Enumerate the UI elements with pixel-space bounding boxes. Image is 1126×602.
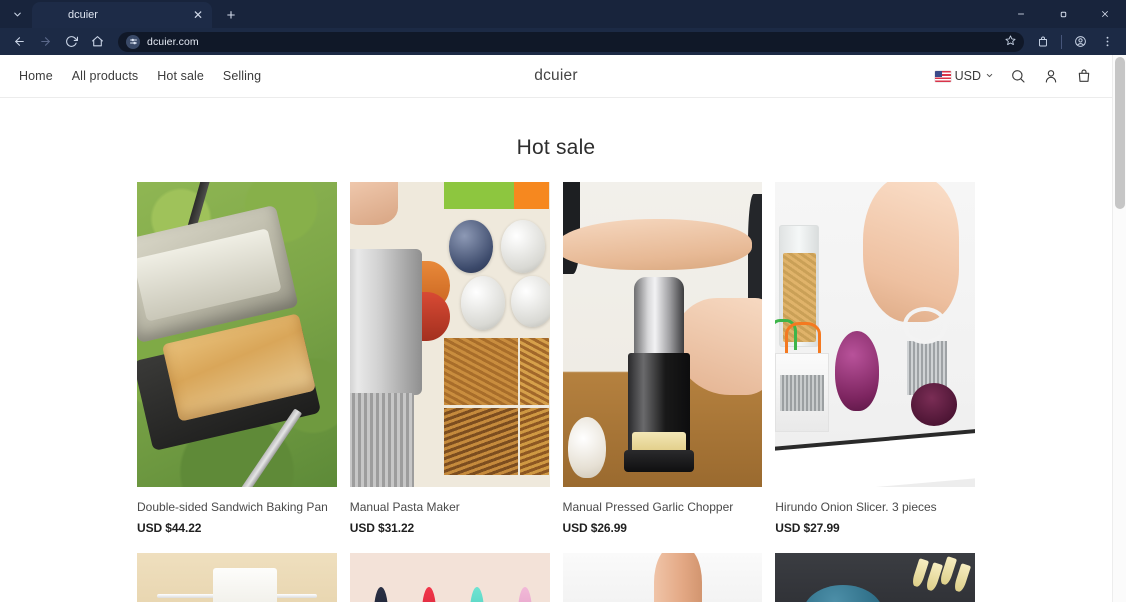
page-content: Hot sale Double-sided Sandwich Baking Pa… [0, 136, 1112, 602]
account-icon[interactable] [1041, 67, 1060, 86]
product-price: USD $27.99 [775, 521, 840, 535]
product-image[interactable] [562, 553, 763, 602]
product-grid: Double-sided Sandwich Baking Pan USD $44… [19, 182, 1093, 535]
product-image[interactable] [137, 553, 337, 602]
product-card[interactable]: Manual Pasta Maker USD $31.22 [349, 182, 550, 535]
product-image[interactable] [349, 182, 550, 487]
back-button[interactable] [6, 31, 32, 53]
search-icon[interactable] [1008, 67, 1027, 86]
bookmark-icon[interactable] [1005, 34, 1016, 49]
tune-icon[interactable] [126, 34, 140, 49]
header-actions: USD [934, 67, 1093, 86]
scrollbar-thumb[interactable] [1115, 57, 1125, 209]
site-header: Home All products Hot sale Selling dcuie… [0, 55, 1112, 98]
product-image[interactable] [562, 182, 763, 487]
us-flag-icon [934, 70, 951, 82]
web-page: Home All products Hot sale Selling dcuie… [0, 55, 1112, 602]
browser-toolbar: dcuier.com [0, 28, 1126, 55]
product-title: Manual Pressed Garlic Chopper [562, 500, 734, 514]
nav-item-hot-sale[interactable]: Hot sale [157, 69, 204, 83]
product-image[interactable] [349, 553, 550, 602]
shopping-bag-icon[interactable] [1074, 67, 1093, 86]
profile-icon[interactable] [1067, 31, 1093, 53]
nav-item-home[interactable]: Home [19, 69, 53, 83]
product-image[interactable] [775, 553, 975, 602]
product-title: Manual Pasta Maker [349, 500, 460, 514]
product-card[interactable] [775, 553, 975, 602]
address-bar[interactable]: dcuier.com [118, 31, 1024, 52]
toolbar-divider [1061, 34, 1062, 49]
product-price: USD $26.99 [562, 521, 627, 535]
tab-title: dcuier [68, 9, 98, 21]
url-text: dcuier.com [147, 35, 199, 48]
product-card[interactable] [349, 553, 550, 602]
browser-tab[interactable]: dcuier ✕ [32, 2, 212, 28]
home-button[interactable] [84, 31, 110, 53]
window-controls [1000, 0, 1126, 28]
nav-item-all-products[interactable]: All products [72, 69, 139, 83]
forward-button[interactable] [32, 31, 58, 53]
tab-strip: dcuier ✕ + [0, 0, 1126, 28]
product-card[interactable] [562, 553, 763, 602]
toolbar-right-actions [1030, 31, 1120, 53]
product-image[interactable] [775, 182, 975, 487]
page-title: Hot sale [516, 136, 596, 159]
split-screen-icon[interactable] [1030, 31, 1056, 53]
close-window-button[interactable] [1084, 0, 1126, 28]
product-card[interactable]: Manual Pressed Garlic Chopper USD $26.99 [562, 182, 763, 535]
page-scrollbar[interactable] [1112, 55, 1126, 602]
currency-label: USD [954, 69, 981, 83]
browser-window: dcuier ✕ + dcuier.com Home All products … [0, 0, 1126, 602]
page-viewport: Home All products Hot sale Selling dcuie… [0, 55, 1126, 602]
reload-button[interactable] [58, 31, 84, 53]
currency-selector[interactable]: USD [934, 69, 994, 83]
product-price: USD $31.22 [349, 521, 415, 535]
product-card[interactable]: Hirundo Onion Slicer. 3 pieces USD $27.9… [775, 182, 975, 535]
maximize-button[interactable] [1042, 0, 1084, 28]
product-card[interactable]: Double-sided Sandwich Baking Pan USD $44… [137, 182, 337, 535]
tab-search-button[interactable] [4, 2, 30, 26]
primary-navigation: Home All products Hot sale Selling [19, 69, 261, 83]
tab-close-icon[interactable]: ✕ [190, 7, 206, 23]
product-title: Hirundo Onion Slicer. 3 pieces [775, 500, 937, 514]
kebab-menu-icon[interactable] [1094, 31, 1120, 53]
chevron-down-icon [985, 71, 994, 82]
product-card[interactable] [137, 553, 337, 602]
product-title: Double-sided Sandwich Baking Pan [137, 500, 328, 514]
product-price: USD $44.22 [137, 521, 202, 535]
nav-item-selling[interactable]: Selling [223, 69, 261, 83]
new-tab-button[interactable]: + [218, 3, 244, 27]
product-grid-row-2 [19, 553, 1093, 602]
minimize-button[interactable] [1000, 0, 1042, 28]
product-image[interactable] [137, 182, 337, 487]
